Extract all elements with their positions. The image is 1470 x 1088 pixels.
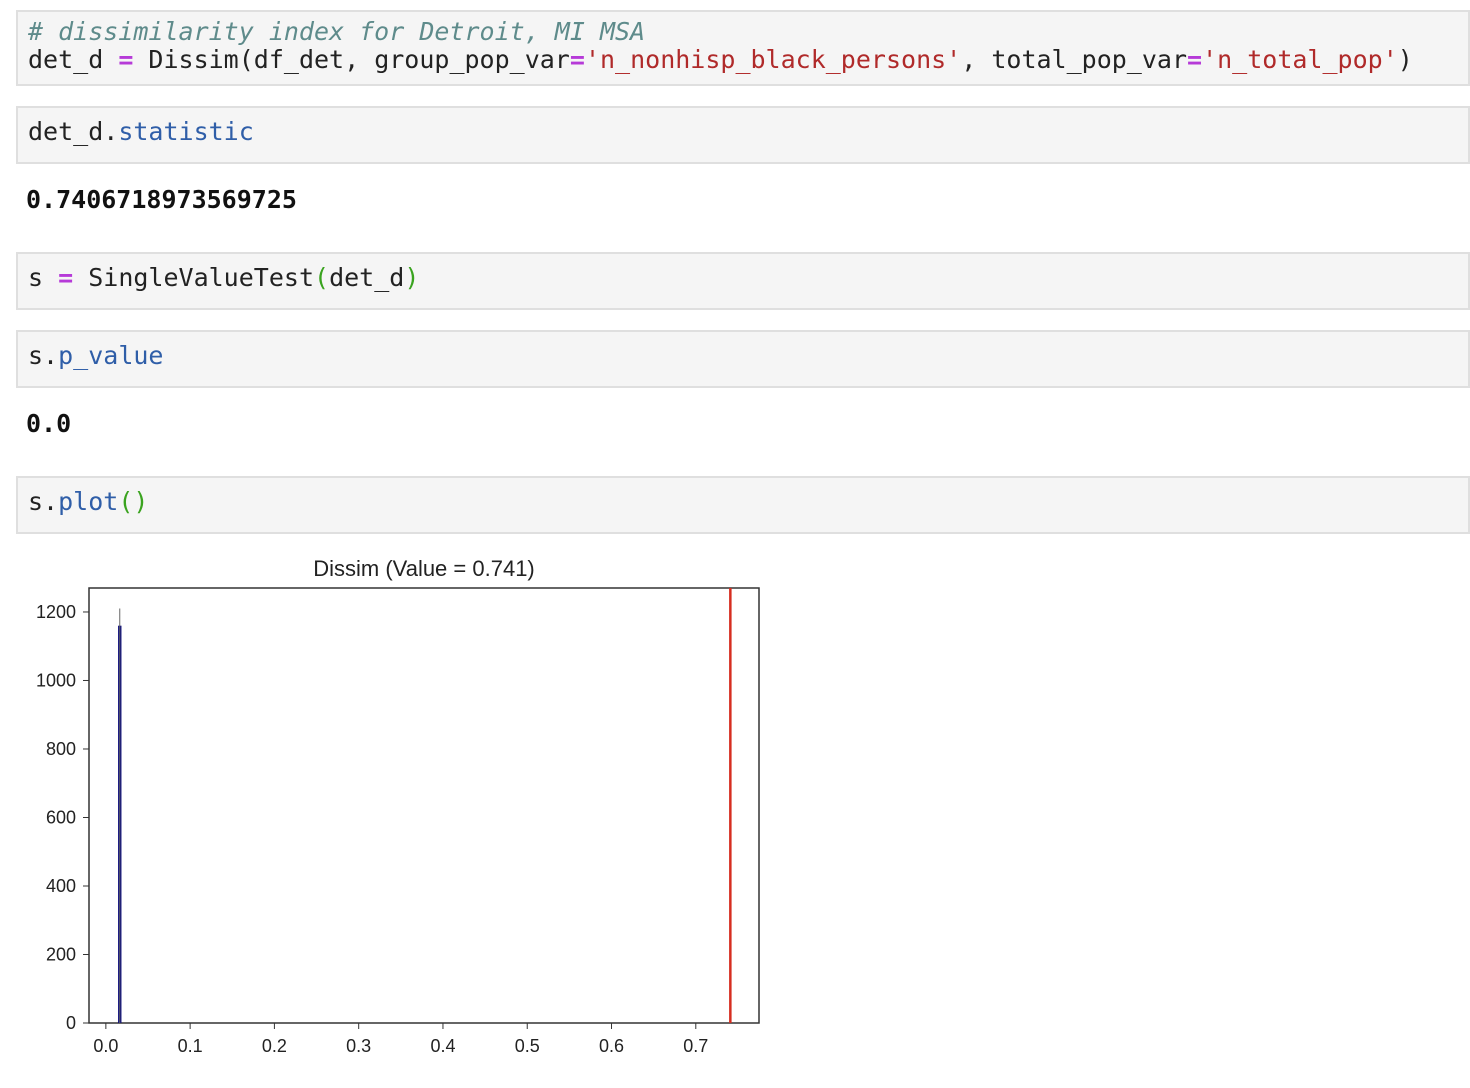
code-line: det_d = Dissim(df_det, group_pop_var='n_… <box>28 45 1413 74</box>
axes: 0.0 0.1 0.2 0.3 0.4 0.5 0.6 0.7 0 200 400 600 800 100… <box>36 587 760 1056</box>
y-tick-label: 600 <box>46 807 76 827</box>
code-line: det_d.statistic <box>28 117 254 146</box>
y-tick-label: 200 <box>46 944 76 964</box>
code-cell-1[interactable]: # dissimilarity index for Detroit, MI MS… <box>16 10 1470 86</box>
code-line: s.plot() <box>28 487 149 516</box>
code-line: s = SingleValueTest(det_d) <box>28 263 420 292</box>
y-tick-label: 1200 <box>36 602 76 622</box>
x-tick-label: 0.0 <box>93 1036 118 1056</box>
chart-title: Dissim (Value = 0.741) <box>313 556 535 581</box>
y-tick-label: 0 <box>66 1013 76 1033</box>
code-cell-5[interactable]: s.plot() <box>16 476 1470 534</box>
x-tick-label: 0.7 <box>683 1036 708 1056</box>
x-tick-label: 0.2 <box>262 1036 287 1056</box>
code-cell-4[interactable]: s.p_value <box>16 330 1470 388</box>
x-tick-label: 0.1 <box>178 1036 203 1056</box>
x-tick-label: 0.4 <box>430 1036 455 1056</box>
cell-output: 0.7406718973569725 <box>26 185 297 214</box>
plot-output: Dissim (Value = 0.741) 0.0 0.1 0.2 0.3 0.4 0.… <box>36 556 760 1056</box>
x-tick-label: 0.5 <box>515 1036 540 1056</box>
y-tick-label: 1000 <box>36 670 76 690</box>
y-tick-label: 800 <box>46 739 76 759</box>
code-line: s.p_value <box>28 341 164 370</box>
code-cell-3[interactable]: s = SingleValueTest(det_d) <box>16 252 1470 310</box>
code-cell-2[interactable]: det_d.statistic <box>16 106 1470 164</box>
x-tick-label: 0.3 <box>346 1036 371 1056</box>
x-tick-label: 0.6 <box>599 1036 624 1056</box>
cell-output: 0.0 <box>26 409 72 438</box>
plot-frame <box>88 587 760 1024</box>
code-comment: # dissimilarity index for Detroit, MI MS… <box>28 17 646 46</box>
y-tick-label: 400 <box>46 876 76 896</box>
